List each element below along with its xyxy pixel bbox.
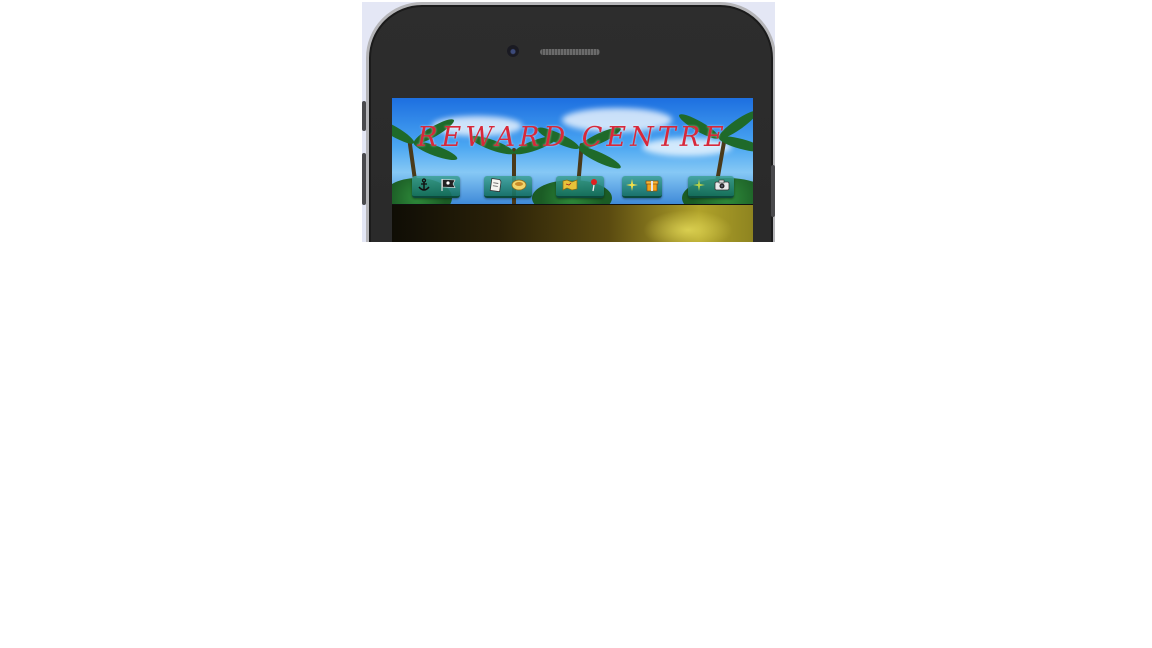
content-highlight [643, 210, 733, 242]
sparkle-icon [625, 178, 638, 194]
device-viewport: REWARD CENTRE [362, 2, 775, 242]
power-button [771, 165, 775, 217]
main-content-area [392, 205, 753, 242]
treasure-map-icon [562, 178, 578, 194]
pirate-flag-icon [440, 178, 456, 195]
nav-button-rewards[interactable] [622, 176, 662, 198]
front-camera [507, 45, 519, 57]
header-banner: REWARD CENTRE [392, 98, 753, 204]
app-screen: REWARD CENTRE [392, 98, 753, 242]
nav-button-home[interactable] [412, 176, 460, 198]
nav-button-map[interactable] [556, 176, 604, 198]
nav-button-photos[interactable] [688, 176, 734, 198]
location-pin-icon [589, 178, 599, 195]
earpiece-speaker [540, 49, 600, 55]
mute-switch [362, 101, 366, 131]
sparkle-icon [692, 178, 705, 194]
coin-bowl-icon [511, 178, 527, 195]
phone-frame: REWARD CENTRE [362, 2, 775, 242]
gift-icon [645, 178, 659, 195]
nav-button-notes[interactable] [484, 176, 532, 198]
page-title: REWARD CENTRE [417, 122, 728, 153]
camera-icon [714, 179, 730, 194]
nav-bar [392, 176, 753, 200]
volume-up-button [362, 153, 366, 205]
anchor-icon [417, 177, 431, 195]
page: REWARD CENTRE [0, 0, 1152, 648]
note-icon [489, 177, 502, 195]
